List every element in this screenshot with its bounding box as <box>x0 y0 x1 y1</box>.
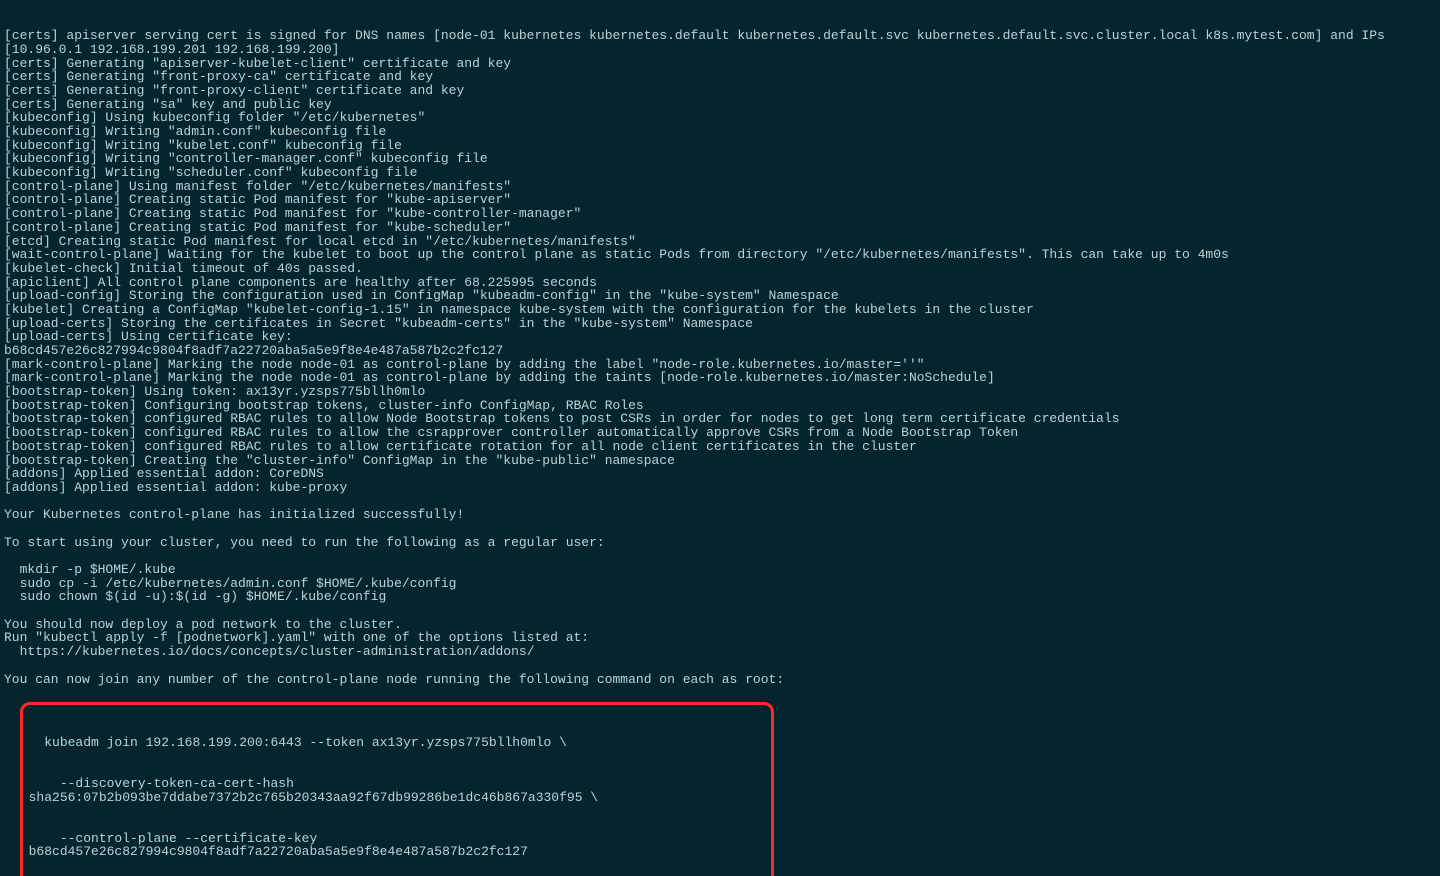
output-line: [control-plane] Using manifest folder "/… <box>4 180 1436 194</box>
control-plane-join-command-box: kubeadm join 192.168.199.200:6443 --toke… <box>20 702 774 876</box>
output-line <box>4 604 1436 618</box>
output-line: [addons] Applied essential addon: kube-p… <box>4 481 1436 495</box>
output-line: [bootstrap-token] configured RBAC rules … <box>4 426 1436 440</box>
output-line: Your Kubernetes control-plane has initia… <box>4 508 1436 522</box>
output-line: [certs] Generating "sa" key and public k… <box>4 98 1436 112</box>
output-line: You should now deploy a pod network to t… <box>4 618 1436 632</box>
output-line: [bootstrap-token] Creating the "cluster-… <box>4 454 1436 468</box>
output-line <box>4 495 1436 509</box>
output-line: sudo chown $(id -u):$(id -g) $HOME/.kube… <box>4 590 1436 604</box>
output-line: [certs] Generating "apiserver-kubelet-cl… <box>4 57 1436 71</box>
output-line: https://kubernetes.io/docs/concepts/clus… <box>4 645 1436 659</box>
output-line: [kubelet-check] Initial timeout of 40s p… <box>4 262 1436 276</box>
output-line <box>4 522 1436 536</box>
output-line: [certs] Generating "front-proxy-ca" cert… <box>4 70 1436 84</box>
output-line: To start using your cluster, you need to… <box>4 536 1436 550</box>
terminal-output[interactable]: [certs] apiserver serving cert is signed… <box>0 0 1440 876</box>
output-line: Run "kubectl apply -f [podnetwork].yaml"… <box>4 631 1436 645</box>
output-line: [kubeconfig] Writing "controller-manager… <box>4 152 1436 166</box>
output-line: [wait-control-plane] Waiting for the kub… <box>4 248 1436 262</box>
output-line: [etcd] Creating static Pod manifest for … <box>4 235 1436 249</box>
join-cmd-line: --control-plane --certificate-key b68cd4… <box>29 832 765 859</box>
output-line: [bootstrap-token] configured RBAC rules … <box>4 440 1436 454</box>
output-line: [upload-certs] Using certificate key: <box>4 330 1436 344</box>
output-line: [mark-control-plane] Marking the node no… <box>4 358 1436 372</box>
output-line: [kubeconfig] Writing "scheduler.conf" ku… <box>4 166 1436 180</box>
output-line: [bootstrap-token] Configuring bootstrap … <box>4 399 1436 413</box>
output-line: You can now join any number of the contr… <box>4 673 1436 687</box>
output-line <box>4 549 1436 563</box>
output-line: [control-plane] Creating static Pod mani… <box>4 221 1436 235</box>
output-line: [bootstrap-token] Using token: ax13yr.yz… <box>4 385 1436 399</box>
output-line: [bootstrap-token] configured RBAC rules … <box>4 412 1436 426</box>
output-line: b68cd457e26c827994c9804f8adf7a22720aba5a… <box>4 344 1436 358</box>
output-line: [addons] Applied essential addon: CoreDN… <box>4 467 1436 481</box>
output-line: [upload-certs] Storing the certificates … <box>4 317 1436 331</box>
output-line: [certs] Generating "front-proxy-client" … <box>4 84 1436 98</box>
output-line: [mark-control-plane] Marking the node no… <box>4 371 1436 385</box>
output-line <box>4 659 1436 673</box>
output-line: [certs] apiserver serving cert is signed… <box>4 29 1436 56</box>
output-line: [kubeconfig] Using kubeconfig folder "/e… <box>4 111 1436 125</box>
output-line: mkdir -p $HOME/.kube <box>4 563 1436 577</box>
join-cmd-line: --discovery-token-ca-cert-hash sha256:07… <box>29 777 765 804</box>
output-line: [upload-config] Storing the configuratio… <box>4 289 1436 303</box>
output-line: sudo cp -i /etc/kubernetes/admin.conf $H… <box>4 577 1436 591</box>
output-line: [kubeconfig] Writing "admin.conf" kubeco… <box>4 125 1436 139</box>
output-line: [apiclient] All control plane components… <box>4 276 1436 290</box>
output-line: [kubeconfig] Writing "kubelet.conf" kube… <box>4 139 1436 153</box>
output-line: [control-plane] Creating static Pod mani… <box>4 207 1436 221</box>
output-line: [kubelet] Creating a ConfigMap "kubelet-… <box>4 303 1436 317</box>
join-cmd-line: kubeadm join 192.168.199.200:6443 --toke… <box>29 736 765 750</box>
output-line: [control-plane] Creating static Pod mani… <box>4 193 1436 207</box>
